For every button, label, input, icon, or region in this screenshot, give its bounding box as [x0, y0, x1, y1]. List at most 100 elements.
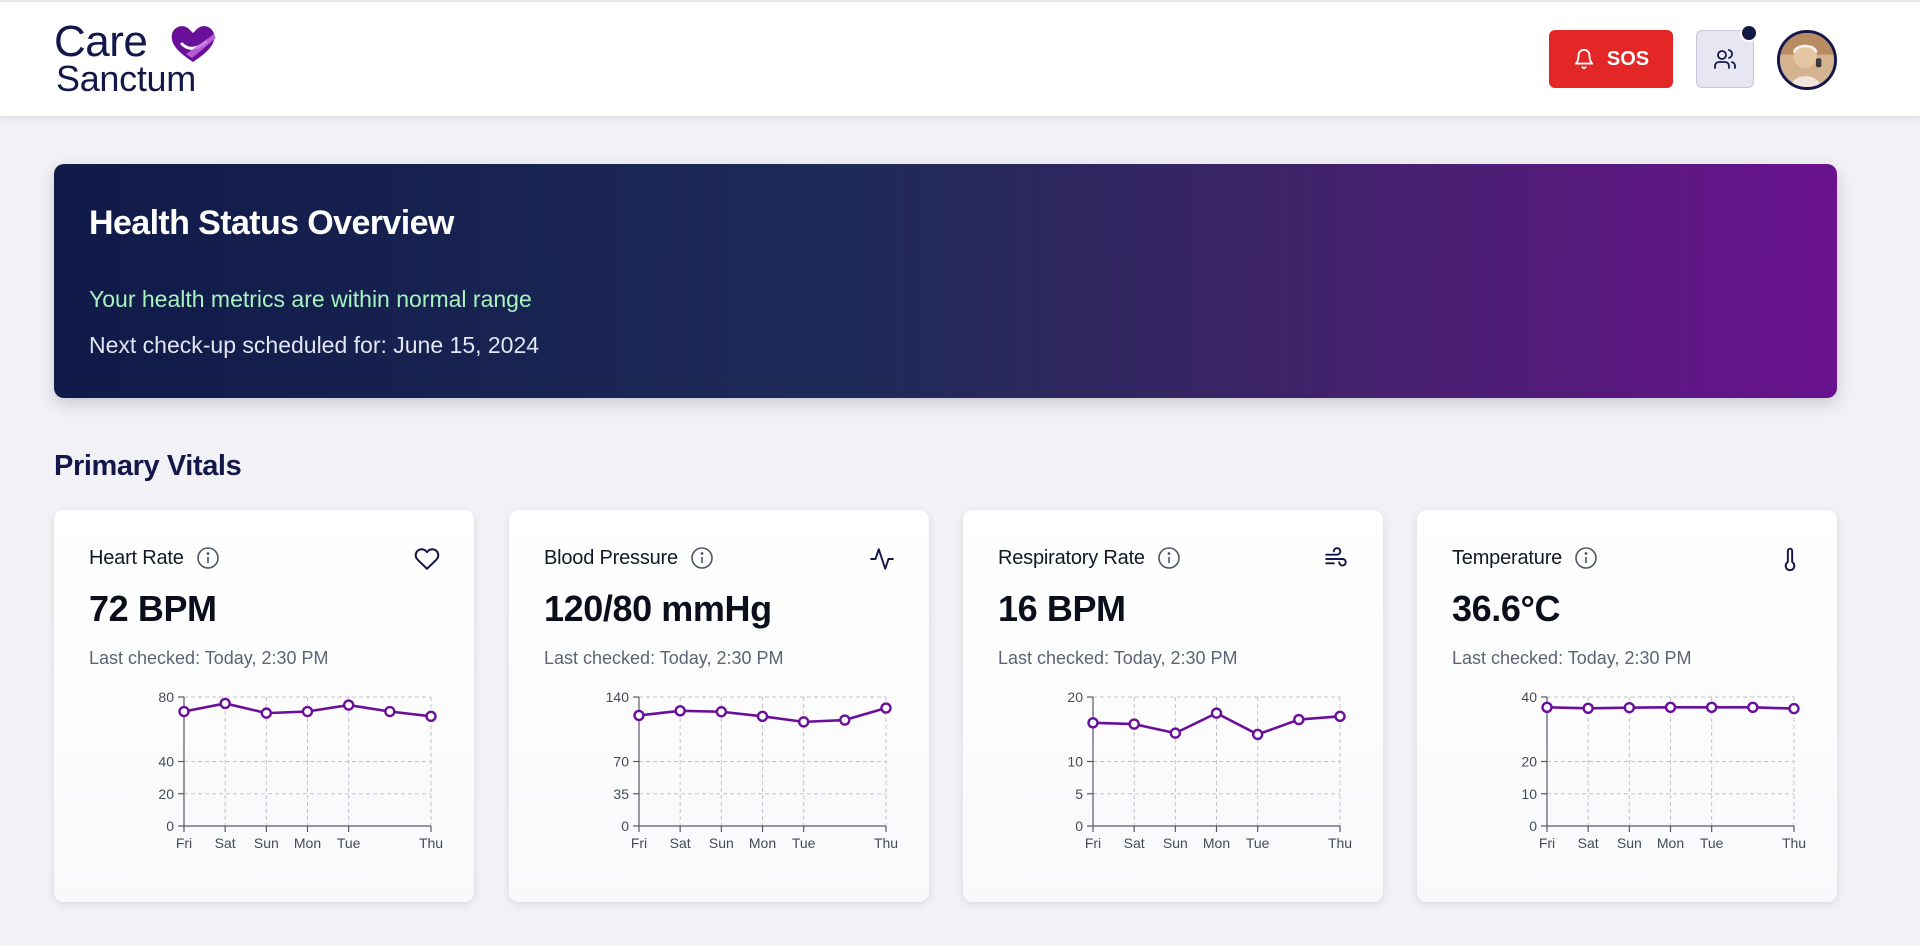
notification-dot — [1740, 24, 1758, 42]
y-tick-label: 40 — [158, 754, 174, 770]
x-tick-label: Mon — [749, 835, 776, 850]
info-icon[interactable] — [196, 546, 220, 570]
x-tick-label: Sun — [254, 835, 279, 850]
data-point — [1251, 728, 1264, 741]
x-tick-label: Fri — [1085, 835, 1101, 850]
x-tick-label: Thu — [1328, 835, 1352, 850]
health-status-banner: Health Status Overview Your health metri… — [54, 164, 1837, 398]
temperature-chart: 0 10 20 40 Fri Sat Sun Mon Tue Thu — [1521, 689, 1806, 850]
user-avatar[interactable] — [1777, 30, 1837, 90]
avatar-photo — [1780, 33, 1834, 87]
y-tick-label: 0 — [1529, 818, 1537, 834]
vital-value: 72 BPM — [89, 588, 217, 629]
y-tick-label: 0 — [621, 818, 629, 834]
x-tick-label: Fri — [631, 835, 647, 850]
health-status-text: Your health metrics are within normal ra… — [89, 286, 532, 312]
logo-word-sanctum: Sanctum — [56, 58, 196, 99]
info-icon[interactable] — [690, 546, 714, 570]
data-point — [633, 709, 645, 722]
data-point — [301, 705, 314, 718]
x-tick-label: Sat — [670, 835, 691, 850]
y-tick-label: 80 — [158, 689, 174, 705]
next-checkup-text: Next check-up scheduled for: June 15, 20… — [89, 332, 540, 358]
banner-title: Health Status Overview — [89, 204, 454, 242]
bell-icon — [1574, 49, 1594, 70]
x-tick-label: Tue — [337, 835, 361, 850]
data-point — [880, 702, 892, 714]
vital-label: Blood Pressure — [544, 546, 678, 569]
data-point — [1582, 702, 1594, 714]
x-tick-label: Mon — [1657, 835, 1684, 850]
info-icon[interactable] — [1157, 546, 1181, 570]
info-icon[interactable] — [1574, 546, 1598, 570]
x-tick-label: Sun — [1163, 835, 1188, 850]
vital-value: 36.6°C — [1452, 588, 1561, 629]
data-point — [839, 714, 851, 726]
x-tick-label: Thu — [419, 835, 443, 850]
data-point — [1334, 710, 1346, 723]
activity-icon — [870, 548, 894, 570]
users-icon — [1714, 49, 1736, 69]
data-point — [1169, 727, 1182, 739]
x-tick-label: Sun — [709, 835, 734, 850]
respiratory-rate-chart: 0 5 10 20 Fri Sat Sun Mon Tue Thu — [1067, 689, 1352, 850]
heart-icon — [414, 548, 440, 570]
data-point — [797, 716, 810, 728]
data-point — [342, 699, 355, 711]
y-tick-label: 40 — [1521, 689, 1537, 705]
last-checked-text: Last checked: Today, 2:30 PM — [89, 648, 329, 668]
data-point — [384, 705, 396, 718]
last-checked-text: Last checked: Today, 2:30 PM — [1452, 648, 1692, 668]
data-point — [260, 707, 273, 719]
y-tick-label: 140 — [606, 689, 630, 705]
vital-label: Temperature — [1452, 546, 1563, 569]
x-tick-label: Fri — [176, 835, 192, 850]
heart-rate-chart: 0 20 40 80 Fri Sat Sun Mon Tue Thu — [158, 689, 443, 850]
data-point — [178, 705, 190, 718]
data-point — [1087, 717, 1099, 729]
blood-pressure-chart: 0 35 70 140 Fri Sat Sun Mon Tue Thu — [606, 689, 898, 850]
vital-card-temperature: Temperature 36.6°C Last checked: Today, … — [1417, 510, 1837, 902]
x-tick-label: Tue — [1246, 835, 1270, 850]
data-point — [715, 706, 728, 718]
vital-label: Heart Rate — [89, 546, 184, 569]
vital-card-respiratory-rate: Respiratory Rate 16 BPM Last checked: To… — [963, 510, 1383, 902]
y-tick-label: 10 — [1067, 754, 1083, 770]
care-sanctum-logo[interactable]: Care Sanctum — [54, 20, 224, 98]
vital-card-blood-pressure: Blood Pressure 120/80 mmHg Last checked:… — [509, 510, 929, 902]
thermometer-icon — [1784, 547, 1796, 572]
y-tick-label: 5 — [1075, 786, 1083, 802]
x-tick-label: Mon — [294, 835, 321, 850]
y-tick-label: 0 — [166, 818, 174, 834]
x-tick-label: Sun — [1617, 835, 1642, 850]
top-bar: Care Sanctum SOS — [0, 0, 1920, 116]
x-tick-label: Mon — [1203, 835, 1230, 850]
data-point — [1541, 701, 1553, 714]
last-checked-text: Last checked: Today, 2:30 PM — [998, 648, 1238, 668]
y-tick-label: 20 — [1067, 689, 1083, 705]
data-point — [219, 697, 231, 710]
y-tick-label: 0 — [1075, 818, 1083, 834]
last-checked-text: Last checked: Today, 2:30 PM — [544, 648, 784, 668]
data-point — [1128, 718, 1140, 730]
data-point — [1293, 713, 1305, 726]
data-point — [1747, 701, 1759, 714]
x-tick-label: Tue — [792, 835, 816, 850]
vital-card-heart-rate: Heart Rate 72 BPM Last checked: Today, 2… — [54, 510, 474, 902]
vital-value: 16 BPM — [998, 588, 1126, 629]
y-tick-label: 20 — [158, 786, 174, 802]
y-tick-label: 70 — [613, 754, 629, 770]
data-point — [756, 710, 769, 723]
data-point — [1664, 701, 1677, 714]
sos-button[interactable]: SOS — [1549, 30, 1673, 88]
vital-label: Respiratory Rate — [998, 546, 1145, 569]
y-tick-label: 35 — [613, 786, 629, 802]
x-tick-label: Tue — [1700, 835, 1724, 850]
wind-icon — [1325, 547, 1347, 567]
y-tick-label: 20 — [1521, 754, 1537, 770]
data-point — [425, 710, 437, 723]
x-tick-label: Thu — [1782, 835, 1806, 850]
vital-value: 120/80 mmHg — [544, 588, 772, 629]
x-tick-label: Fri — [1539, 835, 1555, 850]
sos-label: SOS — [1606, 47, 1650, 70]
